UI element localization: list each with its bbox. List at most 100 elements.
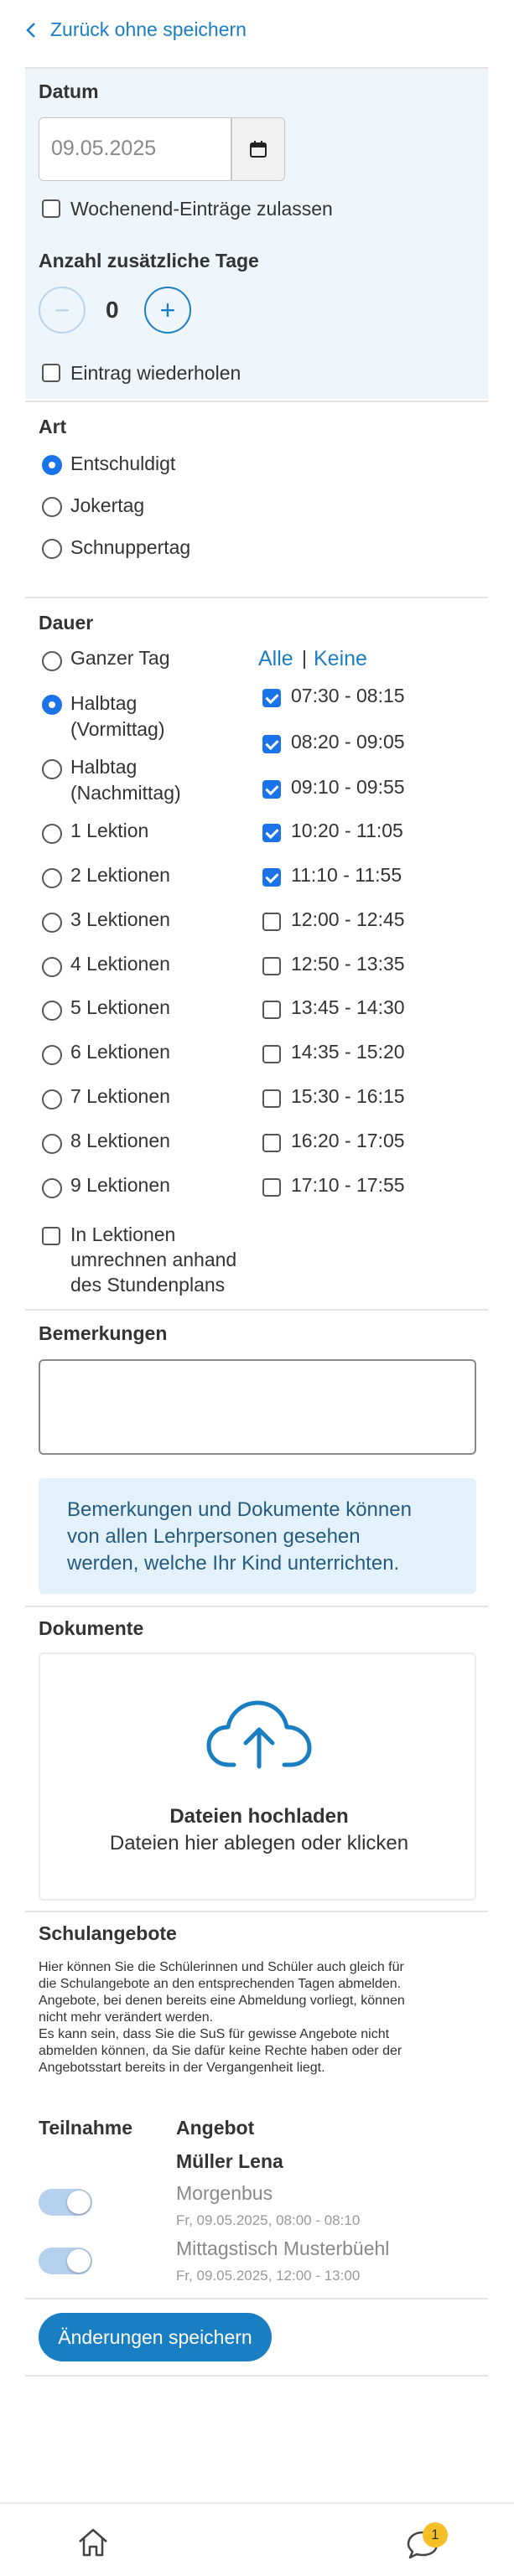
documents-label: Dokumente [39,1617,144,1639]
dauer-label: Dauer [39,612,94,634]
lesson-checkbox[interactable] [262,1001,281,1019]
lesson-checkbox[interactable] [262,1134,281,1152]
weekend-checkbox[interactable] [42,199,60,218]
lesson-checkbox[interactable] [262,868,281,887]
info-line: Angebotsstart bereits in der Vergangenhe… [39,2061,325,2075]
radio-schnuppertag[interactable] [42,539,62,559]
bottom-nav: 1 [0,2502,514,2576]
col-offer: Angebot [176,2117,255,2139]
radio-8-lektionen[interactable] [42,1134,62,1154]
divider [25,1309,488,1311]
date-input[interactable]: 09.05.2025 [39,117,231,181]
select-none-link[interactable]: Keine [314,647,367,671]
duration-label: 3 Lektionen [70,908,170,930]
extra-days-value: 0 [106,297,119,323]
offer-time: Fr, 09.05.2025, 12:00 - 13:00 [176,2268,361,2284]
home-icon[interactable] [77,2527,109,2558]
radio-4-lektionen[interactable] [42,957,62,977]
radio-1-lektion[interactable] [42,824,62,844]
divider [25,597,488,598]
lesson-time: 17:10 - 17:55 [291,1174,405,1196]
upload-dropzone[interactable]: Dateien hochladen Dateien hier ablegen o… [39,1653,476,1901]
convert-lessons-checkbox[interactable] [42,1227,60,1245]
duration-label: 8 Lektionen [70,1130,170,1151]
remarks-textarea[interactable] [39,1359,476,1455]
top-bar: Zurück ohne speichern [0,0,514,65]
radio-5-lektionen[interactable] [42,1001,62,1021]
lesson-checkbox[interactable] [262,824,281,842]
info-line: von allen Lehrpersonen gesehen [67,1525,361,1548]
label-line: umrechnen anhand [70,1249,237,1270]
lesson-time: 10:20 - 11:05 [291,820,403,841]
radio-6-lektionen[interactable] [42,1045,62,1065]
divider [25,1606,488,1607]
lesson-time: 07:30 - 08:15 [291,685,405,706]
info-line: Es kann sein, dass Sie die SuS für gewis… [39,2027,390,2041]
duration-label: Halbtag (Vormittag) [70,692,165,740]
participation-toggle[interactable] [39,2189,92,2216]
radio-entschuldigt[interactable] [42,455,62,475]
save-button[interactable]: Änderungen speichern [39,2313,272,2361]
lesson-time: 15:30 - 16:15 [291,1085,405,1107]
col-participation: Teilnahme [39,2117,133,2139]
calendar-icon [250,141,267,158]
lesson-checkbox[interactable] [262,1089,281,1108]
label-line: des Stundenplans [70,1274,226,1296]
radio-jokertag[interactable] [42,497,62,517]
select-all-link[interactable]: Alle [258,647,293,671]
lesson-checkbox[interactable] [262,1045,281,1063]
convert-lessons-label: In Lektionen umrechnen anhand des Stunde… [70,1222,236,1297]
duration-label: Ganzer Tag [70,647,170,669]
radio-9-lektionen[interactable] [42,1178,62,1198]
lesson-checkbox[interactable] [262,780,281,799]
decrement-button[interactable]: − [39,287,86,334]
calendar-button[interactable] [231,117,285,181]
lesson-checkbox[interactable] [262,689,281,707]
info-line: Angebote, bei denen bereits eine Abmeldu… [39,1994,405,2008]
info-line: abmelden können, da Sie dafür keine Rech… [39,2044,402,2058]
option-label: Jokertag [70,494,145,516]
divider [25,401,488,402]
radio-halbtag-vormittag[interactable] [42,695,62,715]
radio-3-lektionen[interactable] [42,913,62,933]
back-link[interactable]: Zurück ohne speichern [25,18,247,41]
radio-2-lektionen[interactable] [42,868,62,888]
link-separator: | [302,647,307,669]
cloud-upload-icon [206,1700,312,1769]
lesson-checkbox[interactable] [262,735,281,753]
duration-label: 4 Lektionen [70,953,170,975]
duration-label: Halbtag (Nachmittag) [70,756,181,804]
offers-info: Hier können Sie die Schülerinnen und Sch… [39,1959,483,2077]
duration-label: 1 Lektion [70,820,149,841]
info-line: Hier können Sie die Schülerinnen und Sch… [39,1960,404,1974]
lesson-time: 12:00 - 12:45 [291,908,405,930]
lesson-checkbox[interactable] [262,913,281,931]
duration-label: 7 Lektionen [70,1085,170,1107]
divider [25,1911,488,1912]
offer-name: Morgenbus [176,2182,273,2204]
repeat-checkbox[interactable] [42,364,60,382]
lesson-time: 16:20 - 17:05 [291,1130,405,1151]
weekend-label: Wochenend-Einträge zulassen [70,198,333,220]
lesson-time: 08:20 - 09:05 [291,731,405,753]
art-label: Art [39,416,67,437]
radio-7-lektionen[interactable] [42,1089,62,1110]
increment-button[interactable]: + [144,287,191,334]
duration-label: 6 Lektionen [70,1041,170,1063]
repeat-label: Eintrag wiederholen [70,362,241,384]
duration-label: 2 Lektionen [70,864,170,886]
lesson-checkbox[interactable] [262,957,281,975]
radio-ganzer-tag[interactable] [42,651,62,671]
info-line: Bemerkungen und Dokumente können [67,1498,412,1521]
radio-halbtag-nachmittag[interactable] [42,759,62,779]
chevron-left-icon [26,22,35,38]
divider [25,2375,488,2377]
participation-toggle[interactable] [39,2248,92,2274]
offer-time: Fr, 09.05.2025, 08:00 - 08:10 [176,2212,361,2228]
lesson-time: 12:50 - 13:35 [291,953,405,975]
back-label: Zurück ohne speichern [50,18,247,40]
lesson-time: 14:35 - 15:20 [291,1041,405,1063]
option-label: Entschuldigt [70,453,176,474]
lesson-checkbox[interactable] [262,1178,281,1197]
remarks-label: Bemerkungen [39,1322,168,1344]
